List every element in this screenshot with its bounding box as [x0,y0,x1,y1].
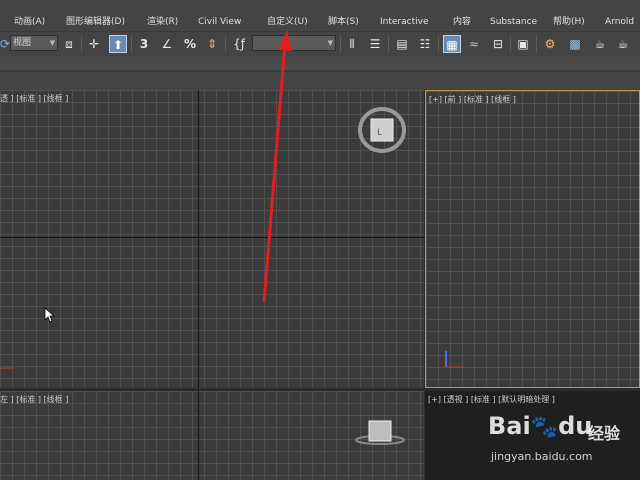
baidu-watermark: Bai🐾du 经验 jingyan.baidu.com [488,412,638,480]
mirror-icon[interactable]: ⫴ [343,35,361,53]
viewcube[interactable]: L [356,106,408,156]
curve-editor-icon[interactable]: ≈ [465,35,483,53]
viewcube-face-label: L [377,128,382,138]
edit-named-selection-icon[interactable]: {ƒ [230,35,248,53]
viewport-bottom-left[interactable]: 左 ] [标准 ] [线框 ] [0,391,424,480]
watermark-url: jingyan.baidu.com [491,450,593,463]
viewport-label[interactable]: [+] [前 ] [标准 ] [线框 ] [429,94,516,105]
toolbar-separator [340,36,341,52]
viewport-label[interactable]: [+] [透视 ] [标准 ] [默认明暗处理 ] [428,394,555,405]
viewcube-icon [355,420,405,445]
toolbar-separator [225,36,226,52]
grid-axis-vertical [198,90,199,388]
menu-arnold[interactable]: Arnold [605,17,634,28]
viewport-top-left[interactable]: 透 ] [标准 ] [线框 ] L [0,90,424,388]
render-production-icon[interactable]: ☕ [591,35,609,53]
watermark-title: 经验 [588,424,621,443]
grid-axis-horizontal [0,237,424,238]
watermark-logo: Bai🐾du [488,412,593,440]
toolbar-separator [510,36,511,52]
mouse-cursor-icon [44,307,56,323]
viewport-divider-vertical[interactable] [424,90,425,480]
viewport-divider-horizontal[interactable] [0,388,640,391]
menu-scripting[interactable]: 脚本(S) [328,17,359,28]
menu-help[interactable]: 帮助(H) [553,17,585,28]
pivot-center-icon[interactable]: ⧈ [60,35,78,53]
render-setup-icon[interactable]: ⚙ [541,35,559,53]
keyboard-shortcut-override-icon[interactable]: ⬆ [109,35,127,53]
toolbar-separator [438,36,439,52]
reference-coordinate-value: 视图 [13,38,32,48]
viewcube[interactable] [354,416,406,446]
viewport-top-gap [0,72,640,90]
menu-civil-view[interactable]: Civil View [198,17,241,28]
named-selection-sets-dropdown[interactable]: ▼ [252,35,336,51]
menu-animation[interactable]: 动画(A) [14,17,45,28]
percent-snap-icon[interactable]: % [181,35,199,53]
axis-tripod-icon [0,367,14,369]
align-icon[interactable]: ☰ [366,35,384,53]
spinner-snap-icon[interactable]: ⇕ [203,35,221,53]
menu-interactive[interactable]: Interactive [380,17,428,28]
menu-content[interactable]: 内容 [453,17,471,28]
render-activeshade-icon[interactable]: ☕ [614,35,632,53]
viewcube-icon: L [358,107,406,153]
select-manipulate-icon[interactable]: ✛ [85,35,103,53]
material-editor-icon[interactable]: ▣ [514,35,532,53]
axis-tripod-icon [445,351,464,368]
toolbar-separator [536,36,537,52]
rendered-frame-window-icon[interactable]: ▩ [566,35,584,53]
menu-customize[interactable]: 自定义(U) [267,17,308,28]
menu-bar: 动画(A) 图形编辑器(D) 渲染(R) Civil View 自定义(U) 脚… [0,0,640,32]
menu-graph-editors[interactable]: 图形编辑器(D) [66,17,125,28]
ribbon-panel [0,56,640,70]
viewport-label[interactable]: 透 ] [标准 ] [线框 ] [0,93,68,104]
toolbar-separator [131,36,132,52]
angle-snap-icon[interactable]: ∠ [158,35,176,53]
toggle-ribbon-icon[interactable]: ▦ [443,35,461,53]
reference-coordinate-dropdown[interactable]: 视图 ▼ [10,35,58,51]
layer-explorer-icon[interactable]: ☷ [416,35,434,53]
viewport-top-right[interactable]: [+] [前 ] [标准 ] [线框 ] [425,90,640,388]
scene-explorer-icon[interactable]: ▤ [393,35,411,53]
menu-rendering[interactable]: 渲染(R) [147,17,178,28]
main-toolbar: ⟳ 视图 ▼ ⧈ ✛ ⬆ 3 ∠ % ⇕ {ƒ ▼ ⫴ ☰ ▤ ☷ ▦ ≈ ⊟ … [0,32,640,56]
viewport-label[interactable]: 左 ] [标准 ] [线框 ] [0,394,68,405]
chevron-down-icon: ▼ [49,39,55,47]
toolbar-separator [388,36,389,52]
select-move-icon[interactable]: ⟳ [0,35,10,53]
schematic-view-icon[interactable]: ⊟ [489,35,507,53]
menu-substance[interactable]: Substance [490,17,537,28]
snaps-toggle-icon[interactable]: 3 [135,35,153,53]
toolbar-separator [81,36,82,52]
grid-axis-vertical [198,391,199,480]
chevron-down-icon: ▼ [327,39,333,47]
